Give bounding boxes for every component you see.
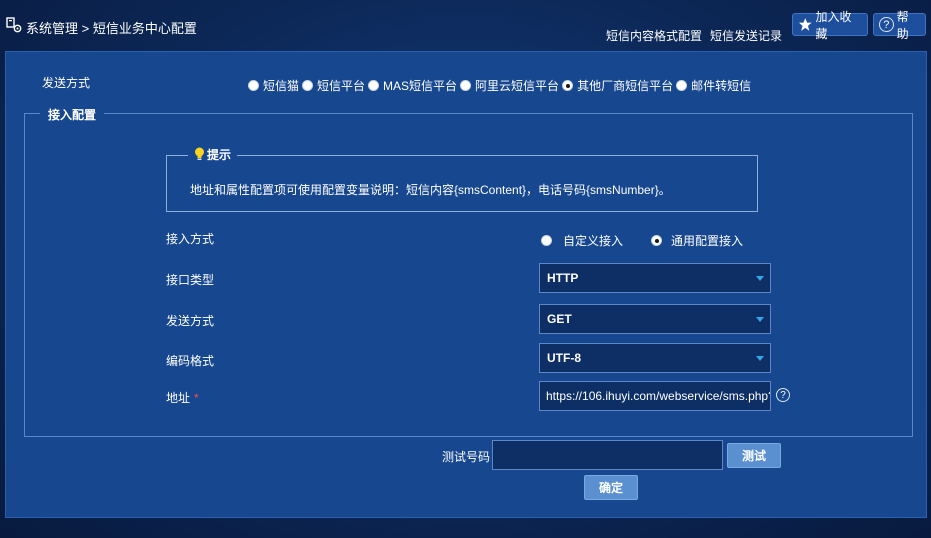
radio-label: MAS短信平台	[383, 79, 458, 93]
interface-type-value: HTTP	[547, 271, 579, 285]
radio-label: 短信平台	[317, 79, 366, 93]
radio-label: 邮件转短信	[691, 79, 752, 93]
radio-mas-platform[interactable]: MAS短信平台	[368, 77, 457, 94]
radio-button-selected[interactable]	[651, 235, 663, 246]
test-number-label: 测试号码	[442, 450, 491, 464]
http-method-select[interactable]: GET	[539, 304, 771, 334]
add-favorite-label: 加入收藏	[815, 9, 852, 41]
radio-button[interactable]	[248, 80, 259, 91]
tip-legend: 提示	[188, 146, 238, 163]
test-button[interactable]: 测试	[727, 443, 781, 468]
send-method-radio-group: 短信猫 短信平台 MAS短信平台 阿里云短信平台 其他厂商短信平台 邮件转短信	[248, 77, 754, 94]
sms-send-record-link[interactable]: 短信发送记录	[710, 27, 782, 44]
access-config-legend: 接入配置	[40, 106, 105, 123]
radio-button-selected[interactable]	[562, 80, 574, 91]
send-method-label: 发送方式	[42, 76, 91, 90]
interface-type-select[interactable]: HTTP	[539, 263, 771, 293]
caret-down-icon	[756, 317, 764, 322]
address-input[interactable]: https://106.ihuyi.com/webservice/sms.php…	[539, 381, 771, 411]
radio-button[interactable]	[302, 80, 314, 91]
radio-custom-access[interactable]: 自定义接入	[541, 232, 623, 249]
confirm-button[interactable]: 确定	[584, 475, 638, 500]
tip-title: 提示	[207, 148, 232, 162]
caret-down-icon	[756, 276, 764, 281]
tip-text: 地址和属性配置项可使用配置变量说明：短信内容{smsContent}，电话号码{…	[190, 183, 671, 197]
encoding-select[interactable]: UTF-8	[539, 343, 771, 373]
radio-button[interactable]	[368, 80, 380, 91]
radio-label: 通用配置接入	[671, 234, 744, 248]
address-label-text: 地址	[166, 391, 191, 405]
radio-aliyun-platform[interactable]: 阿里云短信平台	[460, 77, 559, 94]
add-favorite-button[interactable]: 加入收藏	[792, 10, 868, 41]
address-label: 地址 *	[166, 389, 199, 406]
radio-label: 阿里云短信平台	[475, 79, 560, 93]
radio-sms-platform[interactable]: 短信平台	[302, 77, 365, 94]
radio-label: 其他厂商短信平台	[577, 79, 674, 93]
access-mode-radio-group: 自定义接入 通用配置接入	[541, 232, 743, 249]
test-number-input[interactable]	[492, 440, 723, 470]
radio-other-vendor-platform[interactable]: 其他厂商短信平台	[562, 77, 673, 94]
lightbulb-icon	[195, 147, 204, 160]
radio-button[interactable]	[460, 80, 472, 91]
encoding-label: 编码格式	[166, 354, 215, 368]
radio-email-to-sms[interactable]: 邮件转短信	[676, 77, 751, 94]
radio-button[interactable]	[676, 80, 688, 91]
system-config-icon	[6, 17, 22, 33]
radio-label: 短信猫	[263, 79, 300, 93]
help-button[interactable]: ? 帮助	[873, 10, 926, 41]
sms-format-config-link[interactable]: 短信内容格式配置	[606, 27, 702, 44]
radio-button[interactable]	[541, 235, 552, 246]
star-icon	[798, 18, 812, 31]
access-mode-label: 接入方式	[166, 232, 215, 246]
address-help-icon[interactable]: ?	[776, 388, 790, 402]
radio-generic-access[interactable]: 通用配置接入	[651, 232, 743, 249]
breadcrumb: 系统管理 > 短信业务中心配置	[26, 21, 197, 36]
http-method-label: 发送方式	[166, 314, 215, 328]
radio-sms-cat[interactable]: 短信猫	[248, 77, 299, 94]
help-label: 帮助	[896, 9, 909, 41]
question-icon: ?	[879, 17, 894, 32]
interface-type-label: 接口类型	[166, 273, 215, 287]
radio-label: 自定义接入	[563, 234, 624, 248]
encoding-value: UTF-8	[547, 351, 581, 365]
required-mark: *	[194, 391, 199, 405]
http-method-value: GET	[547, 312, 572, 326]
caret-down-icon	[756, 356, 764, 361]
